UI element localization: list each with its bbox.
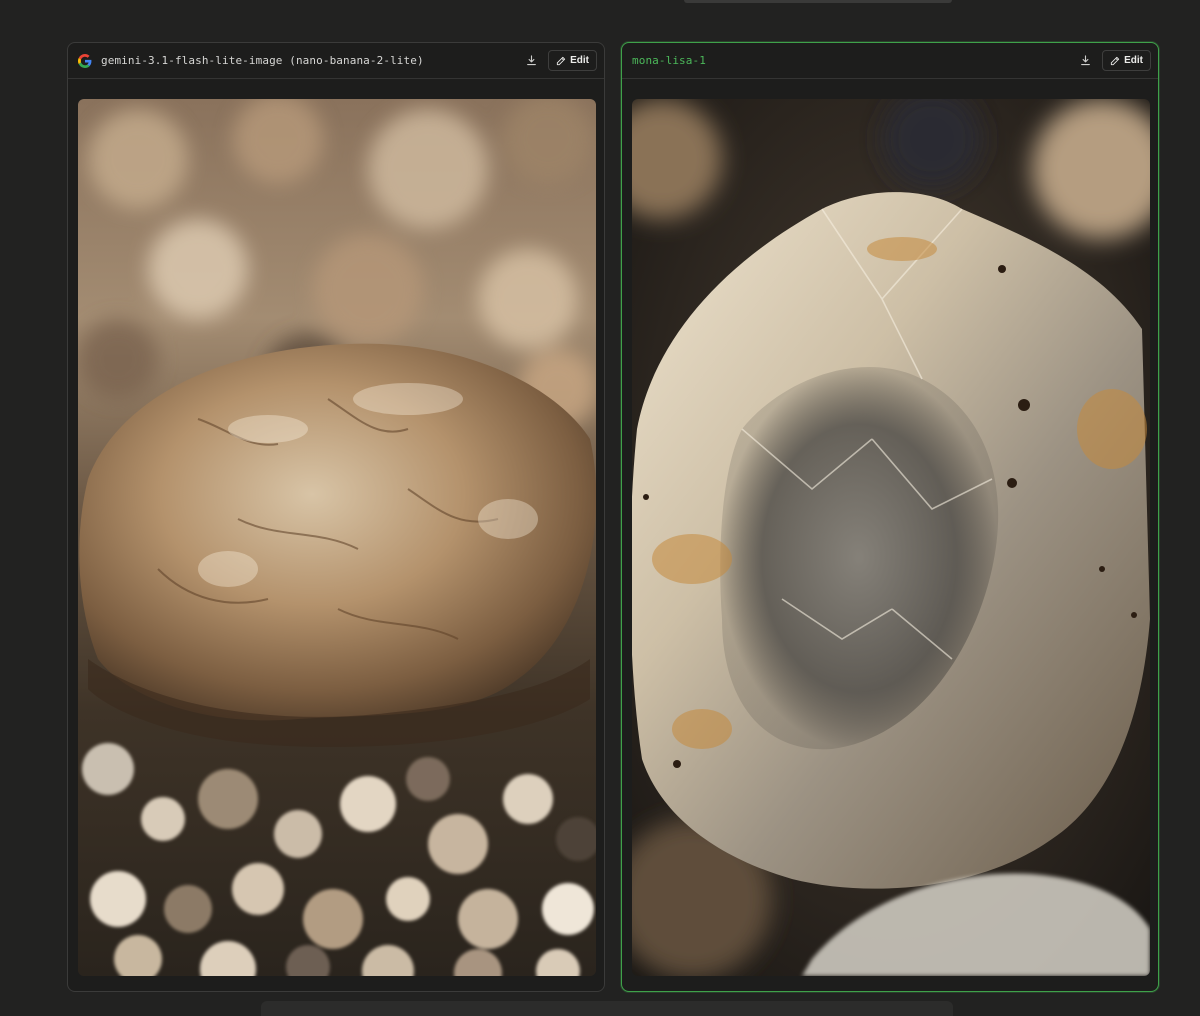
- google-g-icon: [78, 53, 92, 68]
- sand-grain-image: [78, 99, 596, 976]
- card-header: gemini-3.1-flash-lite-image (nano-banana…: [68, 43, 604, 79]
- edit-button[interactable]: Edit: [1102, 50, 1151, 71]
- comparison-view: gemini-3.1-flash-lite-image (nano-banana…: [0, 0, 1200, 1016]
- result-card-mona-lisa[interactable]: mona-lisa-1 Edit: [621, 42, 1159, 992]
- pencil-icon: [1110, 56, 1120, 65]
- edit-label: Edit: [570, 55, 589, 66]
- model-name-label: mona-lisa-1: [632, 54, 706, 67]
- quartz-crystal-image: [632, 99, 1150, 976]
- pencil-icon: [556, 56, 566, 65]
- model-name-label: gemini-3.1-flash-lite-image (nano-banana…: [101, 54, 424, 67]
- edit-button[interactable]: Edit: [548, 50, 597, 71]
- edit-label: Edit: [1124, 55, 1143, 66]
- download-icon: [1080, 55, 1090, 66]
- download-icon: [526, 55, 536, 66]
- top-toolbar-edge: [684, 0, 952, 3]
- bottom-toolbar-edge: [261, 1001, 953, 1016]
- result-card-gemini[interactable]: gemini-3.1-flash-lite-image (nano-banana…: [67, 42, 605, 992]
- download-button[interactable]: [519, 50, 543, 72]
- card-header: mona-lisa-1 Edit: [622, 43, 1158, 79]
- generated-image-quartz-crystal[interactable]: [632, 99, 1150, 976]
- generated-image-sand-grain[interactable]: [78, 99, 596, 976]
- download-button[interactable]: [1073, 50, 1097, 72]
